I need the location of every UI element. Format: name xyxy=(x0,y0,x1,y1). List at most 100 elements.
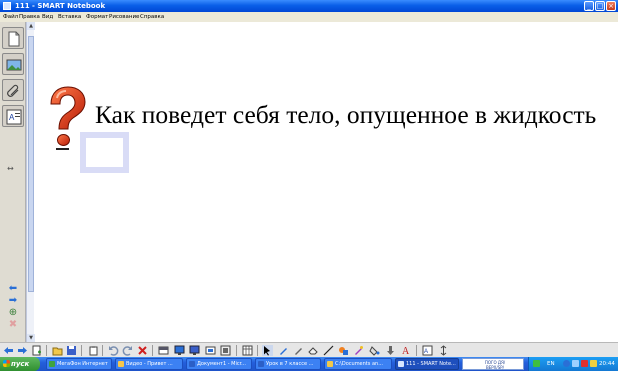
toolbar-separator xyxy=(257,345,258,356)
taskbar-item-megafon[interactable]: МегаФон Интернет xyxy=(46,358,112,370)
toolbar-separator xyxy=(81,345,82,356)
redo-icon[interactable] xyxy=(122,345,133,356)
windows-logo-icon xyxy=(3,360,10,367)
screen-capture-icon[interactable] xyxy=(205,345,216,356)
dual-page-icon[interactable] xyxy=(189,345,200,356)
delete-page-icon[interactable]: ✖ xyxy=(6,320,20,330)
side-tabs-panel: A ↔ ⬅ ➡ ⊕ ✖ xyxy=(0,22,26,342)
select-icon[interactable] xyxy=(262,345,273,356)
text-icon[interactable]: A xyxy=(400,345,411,356)
megafon-icon xyxy=(49,361,55,367)
start-button[interactable]: пуск xyxy=(0,357,40,371)
volume-icon[interactable] xyxy=(572,360,579,367)
menu-edit[interactable]: Правка xyxy=(19,12,40,22)
save-icon[interactable] xyxy=(66,345,77,356)
smart-notebook-icon xyxy=(398,361,404,367)
app-icon[interactable] xyxy=(3,2,11,10)
delete-icon[interactable] xyxy=(137,345,148,356)
antivirus-icon[interactable] xyxy=(581,360,588,367)
weather-widget[interactable]: ПОГО ДЯ/ВЕРХ/SP/ xyxy=(462,358,524,370)
forward-icon[interactable] xyxy=(17,345,28,356)
full-screen-icon[interactable] xyxy=(174,345,185,356)
language-indicator[interactable]: EN xyxy=(547,357,555,371)
add-page-icon[interactable]: ⊕ xyxy=(6,308,20,318)
task-label: Урок в 7 классе ... xyxy=(266,361,314,367)
close-button[interactable]: × xyxy=(606,1,616,11)
next-page-icon[interactable]: ➡ xyxy=(6,296,20,306)
taskbar-item-smart-notebook[interactable]: 111 - SMART Note... xyxy=(395,358,459,370)
properties-icon[interactable]: A xyxy=(422,345,433,356)
network-icon[interactable] xyxy=(533,360,540,367)
menu-format[interactable]: Формат xyxy=(86,12,108,22)
back-icon[interactable] xyxy=(3,345,14,356)
svg-text:A: A xyxy=(424,349,428,355)
slide-heading-text[interactable]: Как поведет себя тело, опущенное в жидко… xyxy=(95,100,596,130)
system-tray: EN 20:44 xyxy=(528,357,618,371)
start-label: пуск xyxy=(11,360,30,368)
browser-icon xyxy=(118,361,124,367)
word-icon xyxy=(189,361,195,367)
document-icon xyxy=(258,361,264,367)
page-sorter-icon xyxy=(8,31,20,47)
help-icon[interactable] xyxy=(563,360,570,367)
scroll-up-icon[interactable]: ▲ xyxy=(27,22,35,30)
toolbar-separator xyxy=(236,345,237,356)
document-camera-icon[interactable] xyxy=(220,345,231,356)
menu-file[interactable]: Файл xyxy=(3,12,18,22)
properties-tab[interactable]: A xyxy=(2,105,24,127)
task-label: C:\Documents an... xyxy=(335,361,383,367)
task-label: МегаФон Интернет xyxy=(57,361,108,367)
menu-view[interactable]: Вид xyxy=(42,12,53,22)
notebook-canvas[interactable]: Как поведет себя тело, опущенное в жидко… xyxy=(35,22,618,342)
taskbar: пуск МегаФон Интернет Видео - Привет ...… xyxy=(0,357,618,371)
svg-text:A: A xyxy=(402,346,410,356)
taskbar-item-word[interactable]: Документ1 - Micr... xyxy=(186,358,252,370)
creative-pen-icon[interactable] xyxy=(293,345,304,356)
attachments-tab[interactable] xyxy=(2,79,24,101)
magic-pen-icon[interactable] xyxy=(353,345,364,356)
move-toolbar-icon[interactable] xyxy=(438,345,449,356)
taskbar-item-folder[interactable]: C:\Documents an... xyxy=(324,358,392,370)
menu-bar: Файл Правка Вид Вставка Формат Рисование… xyxy=(0,12,618,22)
screen-shade-icon[interactable] xyxy=(158,345,169,356)
properties-icon: A xyxy=(6,109,22,125)
gallery-tab[interactable] xyxy=(2,53,24,75)
menu-help[interactable]: Справка xyxy=(140,12,164,22)
svg-text:A: A xyxy=(9,113,15,122)
task-label: 111 - SMART Note... xyxy=(406,361,456,367)
toolbar-separator xyxy=(102,345,103,356)
tray-app-icon[interactable] xyxy=(590,360,597,367)
scroll-thumb[interactable] xyxy=(28,36,34,292)
paste-icon[interactable] xyxy=(88,345,99,356)
folder-icon xyxy=(327,361,333,367)
pointer-icon[interactable] xyxy=(385,345,396,356)
main-toolbar: A A xyxy=(0,342,618,357)
fill-icon[interactable] xyxy=(369,345,380,356)
window-title: 111 - SMART Notebook xyxy=(15,2,106,10)
attachments-icon xyxy=(7,84,19,97)
side-panel-scrollbar[interactable]: ▲ ▼ xyxy=(26,22,35,342)
line-icon[interactable] xyxy=(323,345,334,356)
resize-handle-icon[interactable]: ↔ xyxy=(7,164,14,173)
eraser-icon[interactable] xyxy=(308,345,319,356)
toolbar-separator xyxy=(152,345,153,356)
scroll-down-icon[interactable]: ▼ xyxy=(27,334,35,342)
add-page-icon[interactable] xyxy=(31,345,42,356)
empty-text-box[interactable] xyxy=(80,132,129,173)
open-icon[interactable] xyxy=(52,345,63,356)
table-icon[interactable] xyxy=(242,345,253,356)
menu-insert[interactable]: Вставка xyxy=(58,12,81,22)
page-sorter-tab[interactable] xyxy=(2,27,24,49)
pen-icon[interactable] xyxy=(278,345,289,356)
prev-page-icon[interactable]: ⬅ xyxy=(6,284,20,294)
minimize-button[interactable]: _ xyxy=(584,1,594,11)
taskbar-item-lesson[interactable]: Урок в 7 классе ... xyxy=(255,358,321,370)
shapes-icon[interactable] xyxy=(338,345,349,356)
menu-draw[interactable]: Рисование xyxy=(109,12,139,22)
weather-widget-text: ПОГО ДЯ/ВЕРХ/SP/ xyxy=(484,360,506,370)
undo-icon[interactable] xyxy=(108,345,119,356)
task-label: Видео - Привет ... xyxy=(126,361,173,367)
toolbar-separator xyxy=(416,345,417,356)
taskbar-item-video[interactable]: Видео - Привет ... xyxy=(115,358,183,370)
maximize-button[interactable]: □ xyxy=(595,1,605,11)
